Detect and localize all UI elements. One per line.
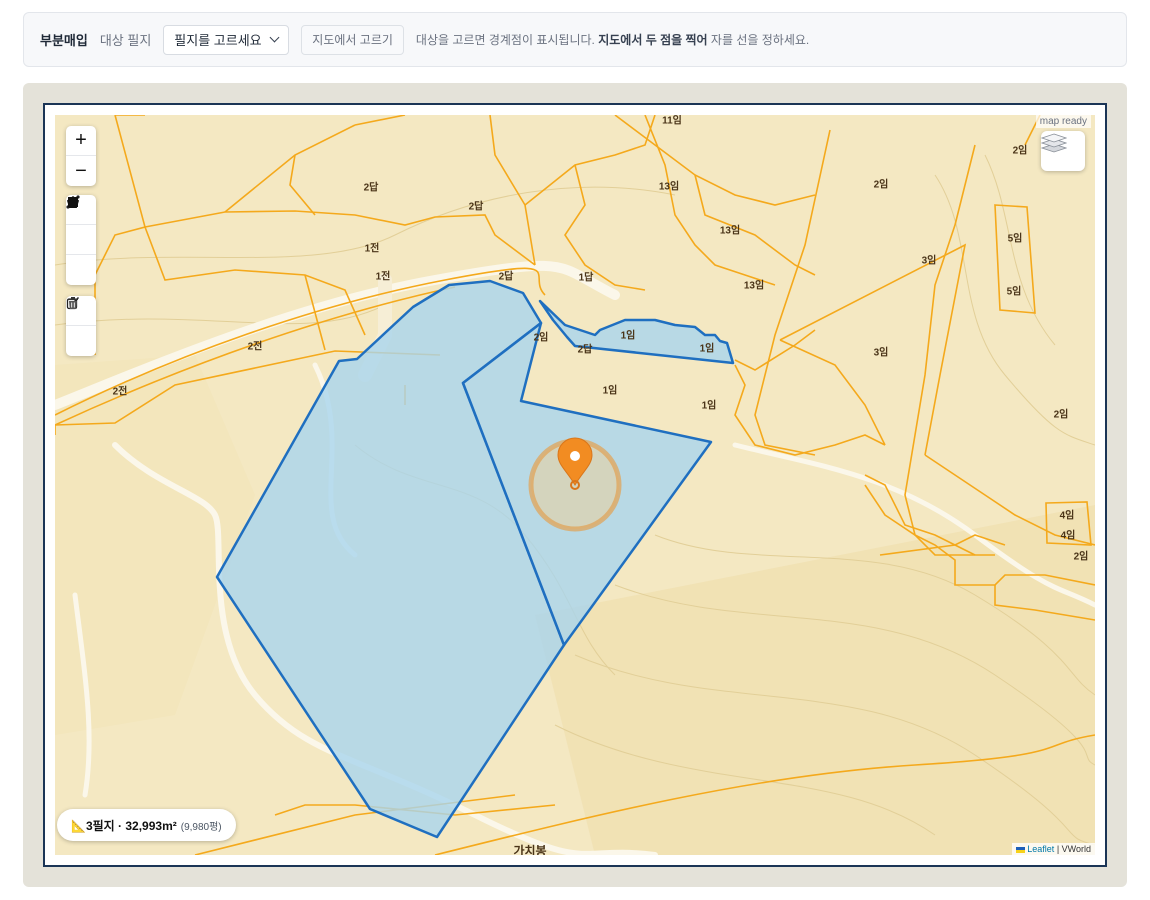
parcel-label: 13임 [743,280,765,292]
parcel-label: 2임 [1073,551,1089,563]
parcel-label: 5임 [1006,286,1022,298]
toolbar-title: 부분매입 [40,33,88,48]
hint-bold: 지도에서 두 점을 찍어 [598,33,708,47]
hint-post: 자를 선을 정하세요. [710,33,810,47]
parcel-label: 4임 [1060,530,1076,542]
flag-icon [1015,846,1025,853]
parcel-label: 1전 [375,271,391,283]
tile-source: VWorld [1061,844,1091,854]
area-pyeong: (9,980평) [180,821,222,833]
plus-icon: + [75,129,87,151]
parcel-label: 2전 [112,386,128,398]
parcel-label: 2답 [468,201,484,213]
chevron-down-icon [269,32,280,43]
parcel-label: 13임 [658,181,680,193]
parcel-label: 2임 [533,332,549,344]
map-canvas[interactable]: 가치봉 [55,115,1095,855]
partial-purchase-toolbar: 부분매입 대상 필지 필지를 고르세요 지도에서 고르기 대상을 고르면 경계점… [23,12,1127,67]
layers-icon [1041,133,1067,153]
edit-toolbar [66,296,96,356]
pick-on-map-button[interactable]: 지도에서 고르기 [301,24,404,55]
parcel-select[interactable]: 필지를 고르세요 [163,24,290,55]
zoom-in-button[interactable]: + [66,126,96,156]
parcel-label: 3임 [873,347,889,359]
layers-button[interactable] [1041,131,1085,171]
attribution-separator: | [1054,844,1062,854]
parcel-label: 1답 [578,272,594,284]
trash-icon [68,297,78,309]
parcel-label: 2임 [873,179,889,191]
parcel-label: 11임 [662,115,682,127]
hint-pre: 대상을 고르면 경계점이 표시됩니다. [415,33,595,47]
draw-rectangle-icon [68,197,78,207]
zoom-control: + − [66,126,96,186]
parcel-label: 2답 [577,344,593,356]
parcel-label: 1임 [620,330,636,342]
small-parcels [864,204,1092,556]
parcel-label: 1임 [699,343,715,355]
parcel-label: 1전 [364,243,380,255]
map-view[interactable]: 가치봉 11임 2임 2답 2답 13임 13임 2임 1전 1전 1답 2답 … [55,115,1095,855]
area-summary-badge: 📐3필지 · 32,993m² (9,980평) [57,809,236,841]
draw-toolbar [66,195,96,285]
parcel-label: 2임 [1053,409,1069,421]
map-pin-icon[interactable] [528,437,622,532]
parcel-label: 2답 [363,182,379,194]
map-status: map ready [1035,115,1091,128]
minus-icon: − [75,159,87,182]
area-summary: 📐3필지 · 32,993m² [71,818,177,833]
draw-polygon-button[interactable] [66,196,96,255]
parcel-label: 4임 [1059,510,1075,522]
toolbar-hint: 대상을 고르면 경계점이 표시됩니다. 지도에서 두 점을 찍어 자를 선을 정… [416,31,809,48]
parcel-label: 1임 [602,385,618,397]
leaflet-link[interactable]: Leaflet [1027,844,1054,854]
parcel-label: 3임 [921,255,937,267]
road-name-label: 가치봉 [513,843,546,855]
parcel-label: 13임 [719,225,741,237]
target-parcel-label: 대상 필지 [99,33,152,48]
parcel-label: 1임 [701,400,717,412]
parcel-label: 5임 [1007,233,1023,245]
draw-rectangle-button[interactable] [66,197,96,285]
zoom-out-button[interactable]: − [66,156,96,186]
parcel-label: 2답 [498,271,514,283]
parcel-select-value: 필지를 고르세요 [174,33,262,48]
map-attribution: Leaflet | VWorld [1011,843,1095,855]
delete-layers-button[interactable] [66,297,96,356]
parcel-label: 2전 [247,341,263,353]
parcel-label: 2임 [1012,145,1028,157]
